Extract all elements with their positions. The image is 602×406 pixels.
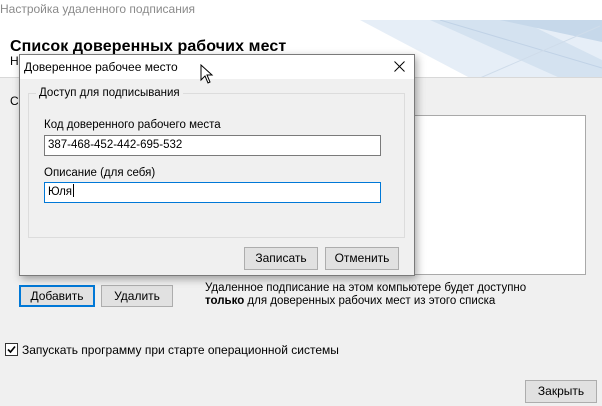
info-line1: Удаленное подписание на этом компьютере …: [205, 282, 527, 294]
info-bold: только: [205, 295, 245, 307]
remove-button[interactable]: Удалить: [101, 285, 173, 307]
info-text: Удаленное подписание на этом компьютере …: [205, 282, 595, 308]
code-label: Код доверенного рабочего места: [44, 119, 221, 131]
add-button[interactable]: Добавить: [19, 285, 95, 307]
autostart-label[interactable]: Запускать программу при старте операцион…: [22, 343, 339, 357]
description-label: Описание (для себя): [44, 167, 156, 179]
page-subtitle: Н: [10, 54, 19, 68]
save-button[interactable]: Записать: [244, 247, 318, 270]
group-label: Доступ для подписывания: [36, 87, 183, 99]
signing-access-group: [28, 93, 405, 238]
code-value: 387-468-452-442-695-532: [48, 139, 183, 151]
cancel-button[interactable]: Отменить: [325, 247, 399, 270]
dialog-close-button[interactable]: [384, 55, 414, 79]
close-button[interactable]: Закрыть: [525, 380, 597, 403]
description-value: Юля: [48, 186, 73, 198]
description-input[interactable]: Юля: [44, 182, 381, 203]
code-input[interactable]: 387-468-452-442-695-532: [44, 135, 381, 156]
autostart-checkbox[interactable]: [5, 343, 18, 356]
info-line2: для доверенных рабочих мест из этого спи…: [244, 295, 496, 307]
text-caret: [73, 184, 75, 197]
trusted-workstation-dialog: Доверенное рабочее место Доступ для подп…: [19, 54, 415, 276]
mouse-cursor-icon: [200, 64, 214, 84]
list-label: С: [10, 94, 19, 108]
checkmark-icon: [7, 345, 16, 354]
dialog-title: Доверенное рабочее место: [24, 60, 178, 74]
close-icon: [393, 61, 405, 72]
window-title: Настройка удаленного подписания: [0, 2, 196, 16]
